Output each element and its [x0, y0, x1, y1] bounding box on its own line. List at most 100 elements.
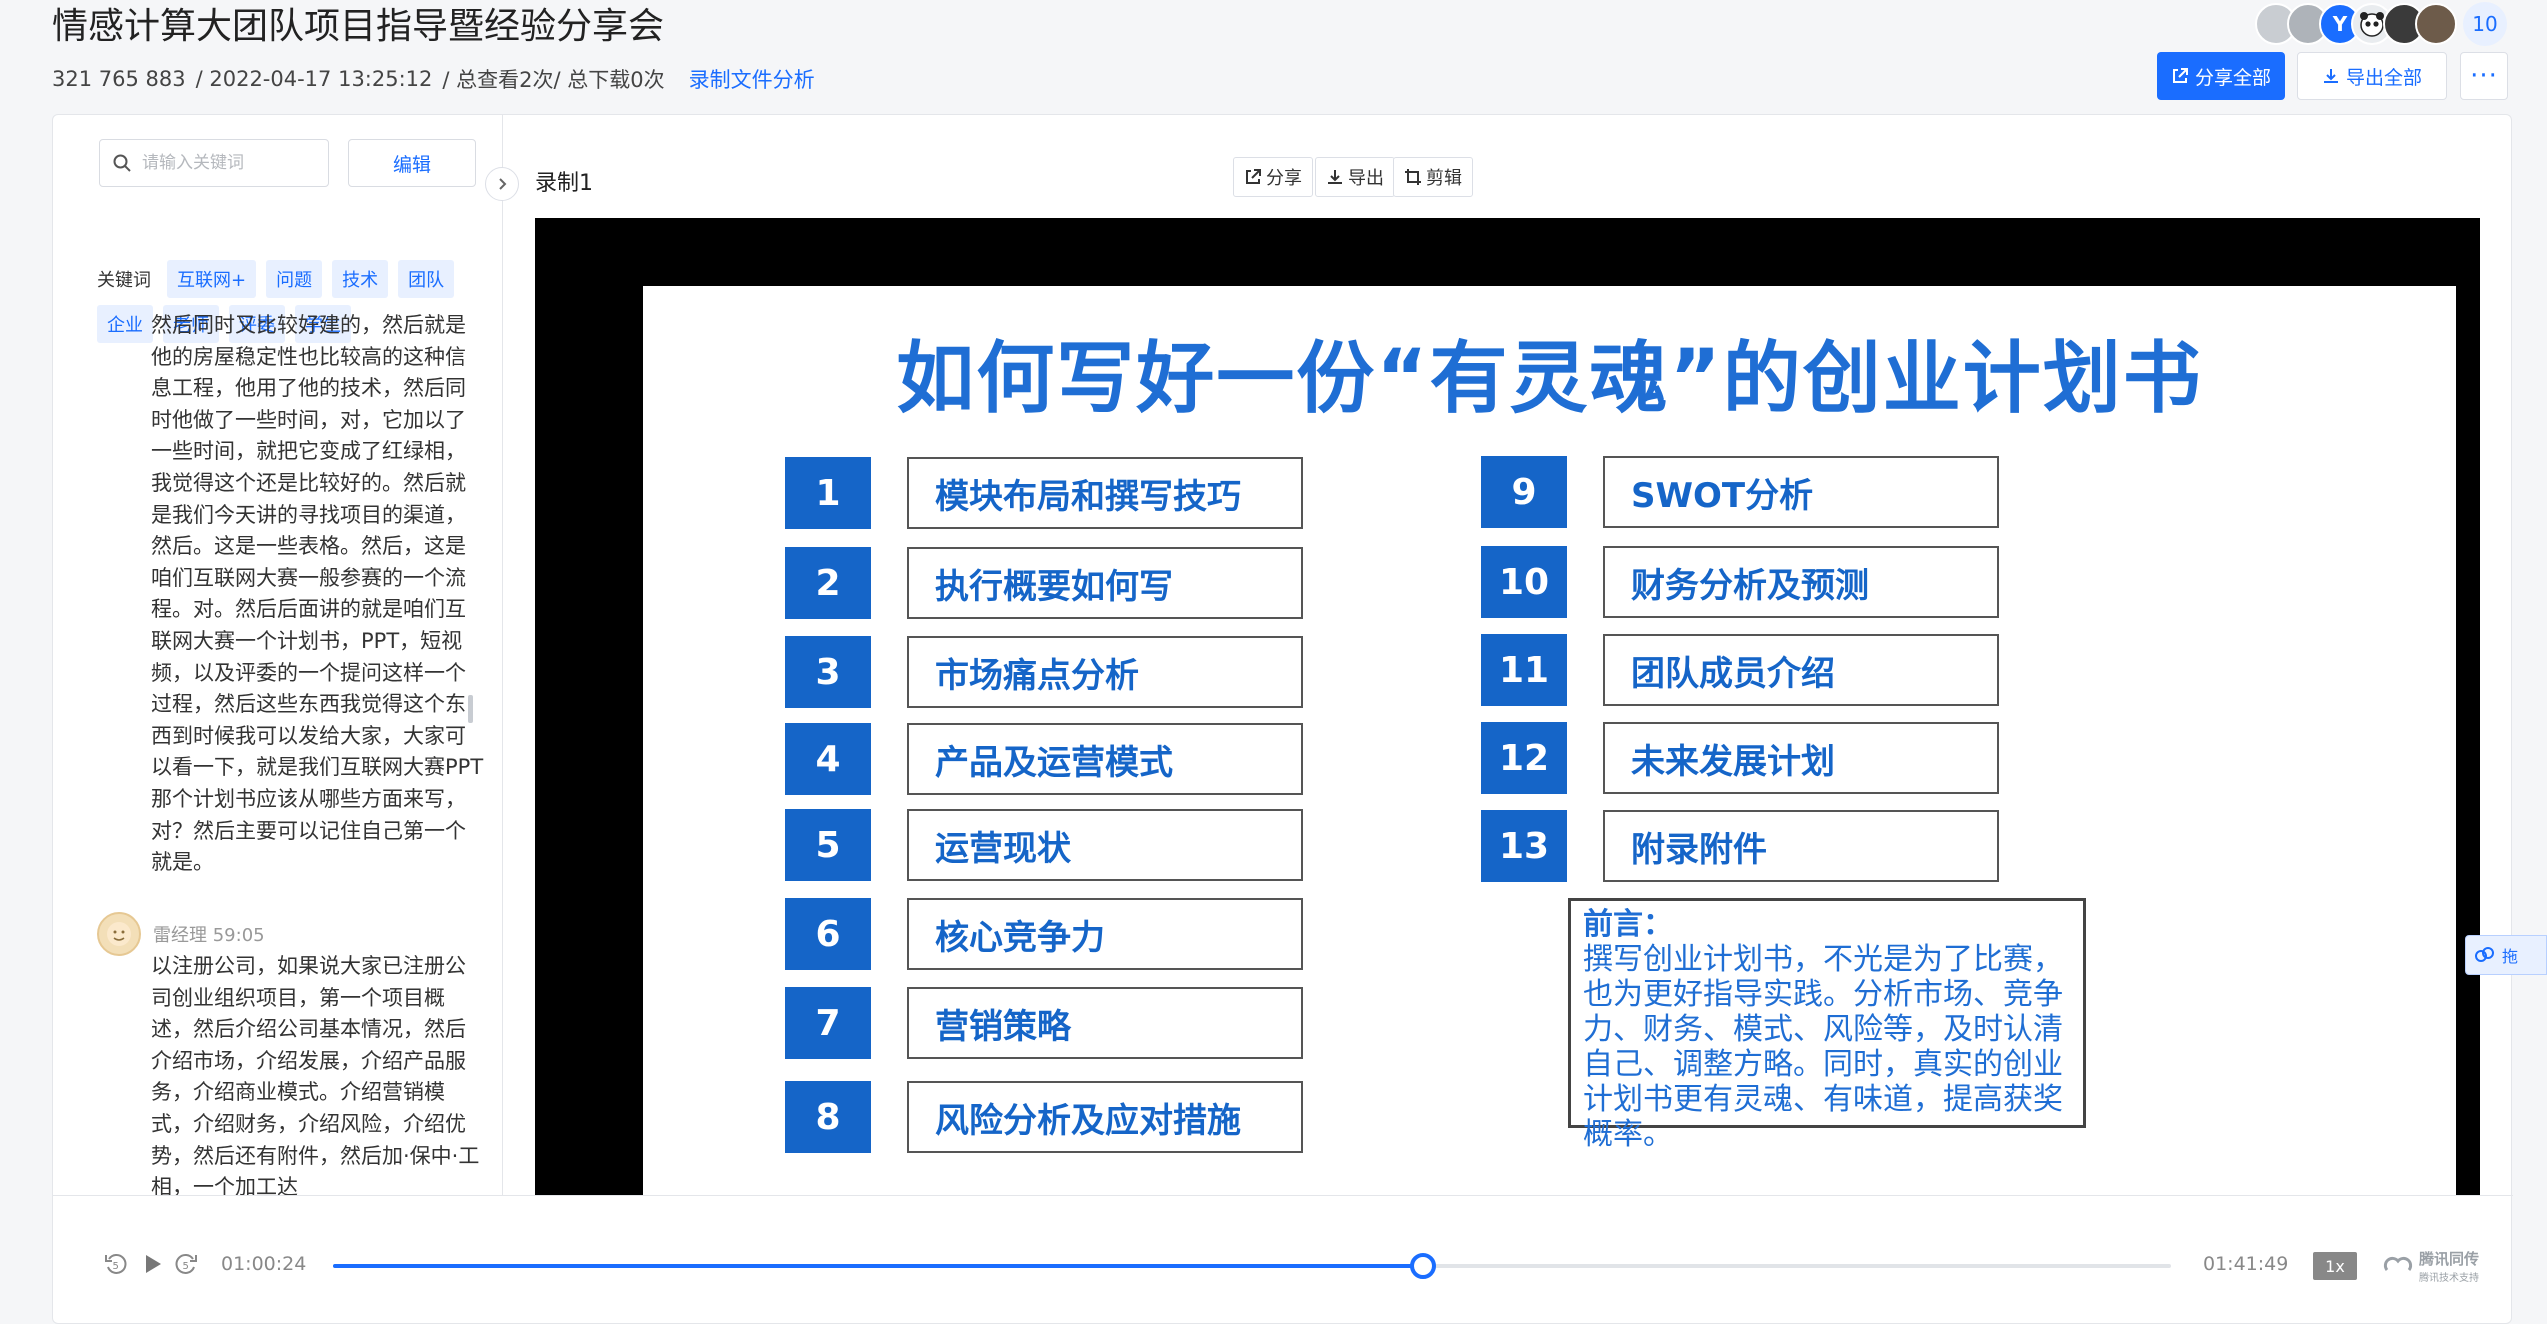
recording-title: 录制1 [535, 171, 593, 196]
recording-card: 编辑 关键词 互联网+ 问题 技术 团队 企业 老师 评委 学生 然后同时又比较… [52, 114, 2513, 1324]
page-title: 情感计算大团队项目指导暨经验分享会 [52, 6, 665, 47]
avatar-face-icon [107, 922, 131, 946]
keyword-tag[interactable]: 企业 [97, 305, 153, 343]
participant-count-badge[interactable]: 10 [2463, 2, 2507, 46]
clip-label: 剪辑 [1426, 168, 1462, 189]
svg-text:5: 5 [113, 1261, 119, 1272]
speaker-header: 雷经理 59:05 [97, 912, 265, 956]
item-number: 13 [1481, 810, 1567, 882]
scrollbar-thumb[interactable] [468, 695, 473, 723]
brand-sub: 腾讯技术支持 [2419, 1273, 2479, 1284]
share-label: 分享 [1266, 168, 1302, 189]
forward-icon: 5 [175, 1254, 197, 1274]
play-button[interactable] [141, 1251, 165, 1283]
share-all-label: 分享全部 [2194, 66, 2271, 89]
item-number: 5 [785, 809, 871, 881]
more-options-button[interactable]: ··· [2460, 52, 2508, 100]
item-number: 3 [785, 636, 871, 708]
item-number: 11 [1481, 634, 1567, 706]
item-label: 团队成员介绍 [1603, 634, 1999, 706]
presentation-slide: 如何写好一份“有灵魂”的创业计划书 1 模块布局和撰写技巧 2 执行概要如何写 … [643, 286, 2456, 1195]
progress-track[interactable] [333, 1253, 2171, 1279]
floating-tab-label: 拖 [2502, 947, 2519, 966]
progress-fill [333, 1264, 1424, 1268]
item-label: 风险分析及应对措施 [907, 1081, 1303, 1153]
item-label: 运营现状 [907, 809, 1303, 881]
keyword-search[interactable] [99, 139, 329, 187]
player-controls: 5 5 01:00:24 01:41:49 1x 腾讯同传 腾讯技术支持 [53, 1195, 2513, 1324]
transcript-text: 以注册公司，如果说大家已注册公司创业组织项目，第一个项目概述，然后介绍公司基本情… [151, 954, 480, 1195]
video-player[interactable]: 如何写好一份“有灵魂”的创业计划书 1 模块布局和撰写技巧 2 执行概要如何写 … [535, 218, 2480, 1195]
forward-5-button[interactable]: 5 [173, 1251, 199, 1283]
avatar [97, 912, 141, 956]
playback-speed-button[interactable]: 1x [2313, 1252, 2357, 1280]
rewind-icon: 5 [105, 1254, 127, 1274]
item-number: 7 [785, 987, 871, 1059]
analysis-link[interactable]: 录制文件分析 [689, 64, 815, 94]
item-label: 未来发展计划 [1603, 722, 1999, 794]
meeting-id: 321 765 883 [52, 67, 186, 91]
keyword-tag[interactable]: 团队 [398, 260, 455, 298]
tencent-logo-icon [2383, 1256, 2413, 1271]
floating-assistant-tab[interactable]: 拖 [2465, 935, 2547, 975]
preface-box: 前言： 撰写创业计划书，不光是为了比赛，也为更好指导实践。分析市场、竞争力、财务… [1568, 898, 2086, 1152]
play-icon [146, 1255, 161, 1273]
transcript-text: 然后同时又比较好建的，然后就是他的房屋稳定性也比较高的这种信息工程，他用了他的技… [151, 313, 484, 875]
current-time: 01:00:24 [221, 1253, 307, 1275]
keyword-row: 关键词 互联网+ 问题 技术 团队 [97, 260, 455, 298]
item-number: 1 [785, 457, 871, 529]
export-all-button[interactable]: 导出全部 [2297, 52, 2447, 100]
item-number: 10 [1481, 546, 1567, 618]
item-label: 模块布局和撰写技巧 [907, 457, 1303, 529]
export-label: 导出 [1348, 168, 1384, 189]
item-number: 4 [785, 723, 871, 795]
item-label: 核心竞争力 [907, 898, 1303, 970]
item-number: 8 [785, 1081, 871, 1153]
item-label: SWOT分析 [1603, 456, 1999, 528]
export-button[interactable]: 导出 [1315, 157, 1395, 197]
item-label: 产品及运营模式 [907, 723, 1303, 795]
avatar[interactable] [2415, 3, 2457, 45]
search-icon [113, 154, 131, 172]
keyword-tag[interactable]: 技术 [332, 260, 389, 298]
brand-logo: 腾讯同传 腾讯技术支持 [2383, 1248, 2479, 1284]
transcript-panel: 编辑 关键词 互联网+ 问题 技术 团队 企业 老师 评委 学生 然后同时又比较… [53, 115, 503, 1195]
crop-icon [1405, 169, 1421, 185]
progress-handle[interactable] [1410, 1253, 1437, 1279]
keyword-tag[interactable]: 互联网+ [167, 260, 257, 298]
cloud-icon [2475, 947, 2494, 962]
keyword-tag[interactable]: 问题 [266, 260, 323, 298]
meeting-datetime: / 2022-04-17 13:25:12 [195, 67, 433, 91]
item-label: 营销策略 [907, 987, 1303, 1059]
share-icon [1246, 169, 1261, 184]
item-label: 执行概要如何写 [907, 547, 1303, 619]
meeting-meta: 321 765 883 / 2022-04-17 13:25:12 / 总查看2… [52, 64, 815, 94]
rewind-5-button[interactable]: 5 [103, 1251, 129, 1283]
share-all-button[interactable]: 分享全部 [2157, 52, 2285, 100]
meeting-stats: / 总查看2次/ 总下载0次 [442, 68, 665, 92]
download-icon [2323, 69, 2338, 83]
share-icon [2172, 68, 2188, 83]
total-time: 01:41:49 [2203, 1253, 2289, 1275]
collapse-panel-button[interactable] [485, 167, 519, 201]
slide-title: 如何写好一份“有灵魂”的创业计划书 [896, 334, 2203, 424]
item-label: 附录附件 [1603, 810, 1999, 882]
brand-name: 腾讯同传 [2419, 1250, 2480, 1268]
search-input[interactable] [142, 153, 312, 173]
item-label: 财务分析及预测 [1603, 546, 1999, 618]
svg-text:5: 5 [183, 1261, 189, 1272]
speaker-name: 雷经理 59:05 [153, 925, 265, 946]
export-all-label: 导出全部 [2345, 66, 2422, 89]
preface-heading: 前言： [1583, 907, 1673, 942]
participant-avatars[interactable]: Y 10 [2255, 2, 2507, 46]
clip-button[interactable]: 剪辑 [1393, 157, 1473, 197]
download-icon [1328, 170, 1342, 184]
chevron-right-icon [499, 178, 507, 190]
share-button[interactable]: 分享 [1233, 157, 1313, 197]
item-label: 市场痛点分析 [907, 636, 1303, 708]
item-number: 2 [785, 547, 871, 619]
item-number: 12 [1481, 722, 1567, 794]
item-number: 6 [785, 898, 871, 970]
edit-button[interactable]: 编辑 [348, 139, 476, 187]
item-number: 9 [1481, 456, 1567, 528]
